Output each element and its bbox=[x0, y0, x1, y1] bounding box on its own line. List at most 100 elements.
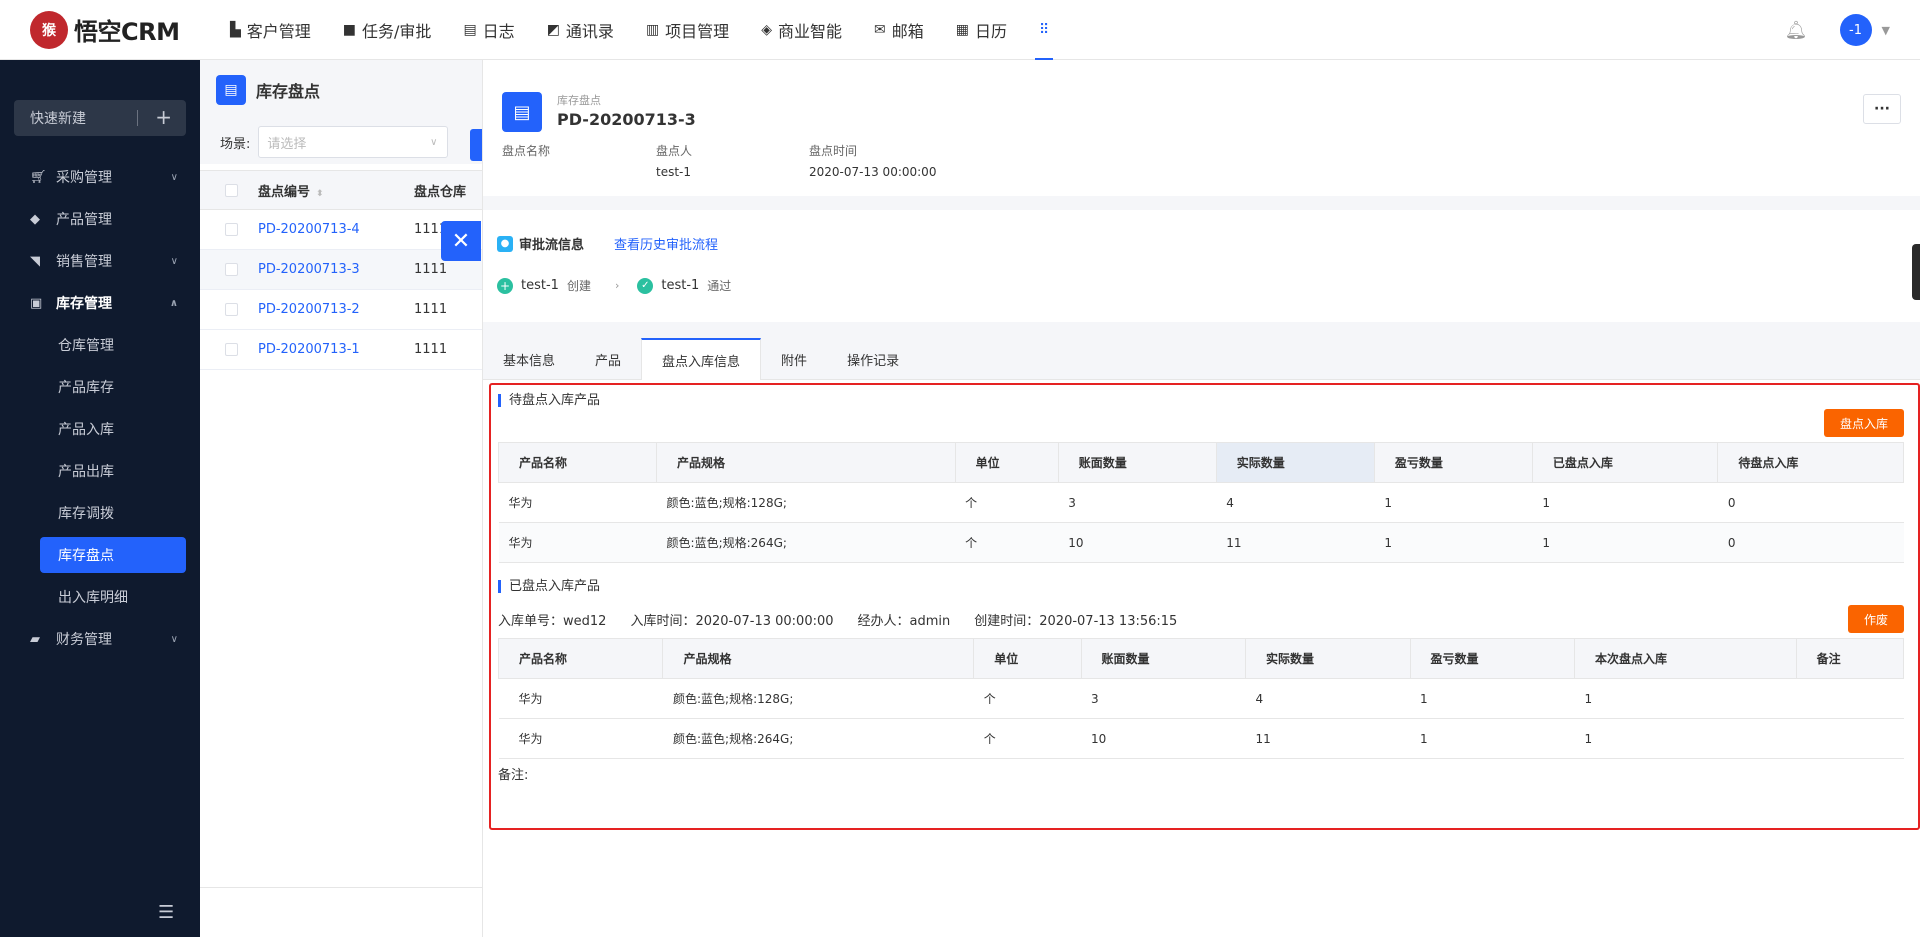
approval-title-text: 审批流信息 bbox=[519, 238, 585, 253]
stocktake-in-button[interactable]: 盘点入库 bbox=[1824, 409, 1904, 437]
sidebar-sub-transfer[interactable]: 库存调拨 bbox=[0, 492, 200, 534]
row-code-link[interactable]: PD-20200713-3 bbox=[258, 262, 414, 277]
stock-in-order-no: 入库单号：wed12 bbox=[498, 614, 607, 629]
cell: 华为 bbox=[498, 482, 657, 523]
nav-contacts[interactable]: ◩ 通讯录 bbox=[531, 0, 630, 60]
row-checkbox[interactable] bbox=[225, 303, 238, 316]
nav-calendar[interactable]: ▦ 日历 bbox=[940, 0, 1023, 60]
nav-label: 邮箱 bbox=[891, 21, 924, 41]
sidebar-sub-warehouse[interactable]: 仓库管理 bbox=[0, 324, 200, 366]
tab-attachments[interactable]: 附件 bbox=[761, 338, 827, 380]
sidebar-item-inventory[interactable]: ▣ 库存管理 ∧ bbox=[0, 282, 200, 324]
tab-basic-info[interactable]: 基本信息 bbox=[483, 338, 575, 380]
nav-label: 日志 bbox=[482, 21, 515, 41]
nav-bi[interactable]: ◈ 商业智能 bbox=[745, 0, 858, 60]
create-button-edge[interactable] bbox=[470, 129, 482, 161]
bell-icon[interactable]: 🔔︎ bbox=[1785, 20, 1808, 41]
cell: 1 bbox=[1374, 522, 1533, 563]
sidebar-sub-stock-out[interactable]: 产品出库 bbox=[0, 450, 200, 492]
approval-history-link[interactable]: 查看历史审批流程 bbox=[614, 234, 718, 253]
collapse-menu-icon[interactable]: ☰ bbox=[158, 902, 174, 923]
nav-project[interactable]: ▥ 项目管理 bbox=[630, 0, 745, 60]
col-header: 待盘点入库 bbox=[1717, 442, 1904, 483]
scene-select[interactable]: 请选择 ∨ bbox=[258, 126, 449, 158]
cell: 华为 bbox=[498, 718, 663, 759]
meta-time: 盘点时间 2020-07-13 00:00:00 bbox=[809, 142, 936, 179]
plus-circle-icon: + bbox=[497, 277, 513, 294]
logo[interactable]: 猴 悟空CRM bbox=[0, 10, 200, 49]
sidebar-sub-product-stock[interactable]: 产品库存 bbox=[0, 366, 200, 408]
plus-icon[interactable]: + bbox=[155, 105, 172, 129]
meta-label: 盘点时间 bbox=[809, 144, 858, 158]
nav-mail[interactable]: ✉ 邮箱 bbox=[858, 0, 940, 60]
nav-customer[interactable]: ▙ 客户管理 bbox=[214, 0, 327, 60]
row-code-link[interactable]: PD-20200713-1 bbox=[258, 342, 414, 357]
nav-log[interactable]: ▤ 日志 bbox=[447, 0, 530, 60]
list-header: ▤ 库存盘点 bbox=[200, 60, 482, 120]
row-checkbox[interactable] bbox=[225, 263, 238, 276]
nav-apps[interactable]: ⠿ bbox=[1023, 0, 1065, 60]
row-checkbox[interactable] bbox=[225, 343, 238, 356]
quick-new-label: 快速新建 bbox=[30, 111, 86, 127]
step-user: test-1 bbox=[661, 278, 700, 293]
table-header-row: 产品名称 产品规格 单位 账面数量 实际数量 盈亏数量 本次盘点入库 备注 bbox=[497, 638, 1905, 679]
table-row[interactable]: PD-20200713-3 1111 bbox=[200, 250, 482, 290]
phone-book-icon: ◩ bbox=[546, 21, 560, 38]
cell: 10 bbox=[1058, 522, 1217, 563]
step-user: test-1 bbox=[521, 278, 559, 293]
logo-mark: 猴 bbox=[30, 10, 68, 49]
calendar-icon: ▦ bbox=[955, 21, 969, 38]
list-panel: ▤ 库存盘点 场景: 请选择 ∨ 盘点编号 ⬍ 盘点仓库 PD-20200713-… bbox=[200, 60, 482, 937]
cell: 11 bbox=[1216, 522, 1375, 563]
chevron-down-icon: ∨ bbox=[430, 136, 438, 148]
quick-new-button[interactable]: 快速新建 + bbox=[14, 100, 186, 136]
archive-icon: ▤ bbox=[502, 92, 542, 132]
cell: 颜色:蓝色;规格:128G; bbox=[656, 482, 956, 523]
approval-section: ● 审批流信息 查看历史审批流程 + test-1 创建 › ✓ test-1 … bbox=[483, 210, 1920, 322]
close-detail-button[interactable]: ✕ bbox=[441, 221, 481, 261]
tab-product[interactable]: 产品 bbox=[575, 338, 641, 380]
col-code-header[interactable]: 盘点编号 ⬍ bbox=[258, 181, 414, 200]
col-header: 实际数量 bbox=[1215, 442, 1375, 483]
sidebar-sub-stocktake[interactable]: 库存盘点 bbox=[40, 537, 186, 573]
row-code-link[interactable]: PD-20200713-2 bbox=[258, 302, 414, 317]
sidebar-item-purchase[interactable]: 🛒︎ 采购管理 ∨ bbox=[0, 156, 200, 198]
meta-person: 盘点人 test-1 bbox=[656, 142, 692, 179]
row-checkbox[interactable] bbox=[225, 223, 238, 236]
stock-in-info: 入库单号：wed12 入库时间：2020-07-13 00:00:00 经办人：… bbox=[498, 610, 1177, 629]
briefcase-icon: ■ bbox=[342, 21, 357, 38]
tab-stocktake-in[interactable]: 盘点入库信息 bbox=[641, 338, 762, 381]
approval-title: ● 审批流信息 bbox=[497, 234, 584, 253]
cell: 华为 bbox=[498, 522, 657, 563]
cell: 个 bbox=[955, 522, 1059, 563]
sidebar-item-product[interactable]: ◆ 产品管理 bbox=[0, 198, 200, 240]
logo-text: 悟空CRM bbox=[74, 18, 180, 46]
void-button[interactable]: 作废 bbox=[1848, 605, 1904, 633]
done-products-table: 产品名称 产品规格 单位 账面数量 实际数量 盈亏数量 本次盘点入库 备注 华为… bbox=[497, 638, 1905, 759]
mail-icon: ✉ bbox=[873, 21, 886, 38]
select-all-checkbox[interactable] bbox=[225, 183, 238, 197]
col-header: 产品规格 bbox=[662, 638, 975, 679]
table-row[interactable]: PD-20200713-4 1111 bbox=[200, 210, 482, 250]
side-scroll-handle[interactable] bbox=[1912, 244, 1920, 300]
nav-task[interactable]: ■ 任务/审批 bbox=[327, 0, 448, 60]
chevron-down-icon[interactable]: ▼ bbox=[1882, 24, 1890, 37]
table-row[interactable]: PD-20200713-1 1111 bbox=[200, 330, 482, 370]
sort-icon[interactable]: ⬍ bbox=[316, 189, 324, 199]
tab-operation-log[interactable]: 操作记录 bbox=[827, 338, 919, 380]
sidebar-sub-stock-in[interactable]: 产品入库 bbox=[0, 408, 200, 450]
col-header: 单位 bbox=[973, 638, 1082, 679]
more-button[interactable]: ··· bbox=[1863, 94, 1901, 124]
cell: 1 bbox=[1410, 678, 1575, 719]
sidebar-item-sales[interactable]: ◥ 销售管理 ∨ bbox=[0, 240, 200, 282]
row-code-link[interactable]: PD-20200713-4 bbox=[258, 222, 414, 237]
table-row[interactable]: PD-20200713-2 1111 bbox=[200, 290, 482, 330]
stock-in-created: 创建时间：2020-07-13 13:56:15 bbox=[974, 614, 1178, 629]
pending-products-table: 产品名称 产品规格 单位 账面数量 实际数量 盈亏数量 已盘点入库 待盘点入库 … bbox=[497, 442, 1904, 563]
sidebar-item-finance[interactable]: ▰ 财务管理 ∨ bbox=[0, 618, 200, 660]
top-navbar: 猴 悟空CRM ▙ 客户管理 ■ 任务/审批 ▤ 日志 ◩ 通讯录 ▥ 项目管理 ◈ 商业智… bbox=[0, 0, 1920, 60]
cell bbox=[1796, 718, 1904, 759]
close-icon: ✕ bbox=[451, 228, 471, 254]
sidebar-sub-detail[interactable]: 出入库明细 bbox=[0, 576, 200, 618]
avatar[interactable]: -1 bbox=[1839, 14, 1872, 46]
